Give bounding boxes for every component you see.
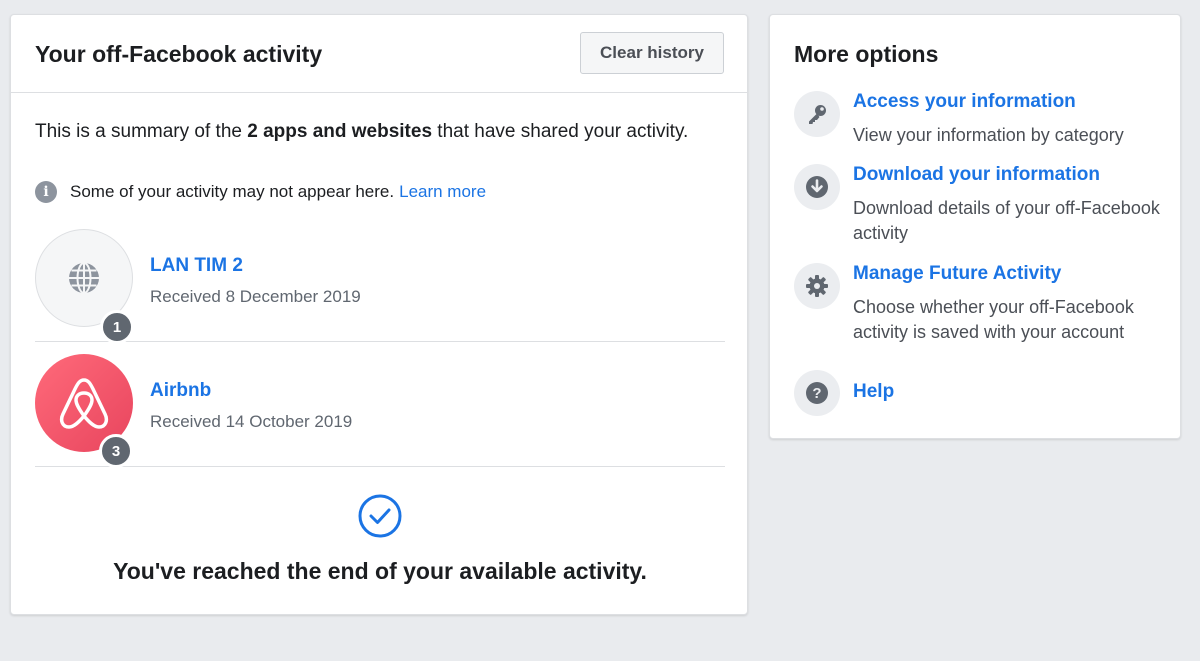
activity-row[interactable]: 3 Airbnb Received 14 October 2019	[35, 342, 725, 468]
app-avatar[interactable]: 1	[35, 229, 134, 344]
download-information-link[interactable]: Download your information	[853, 164, 1100, 186]
activity-count-badge: 3	[99, 434, 133, 468]
activity-notice: i Some of your activity may not appear h…	[35, 181, 486, 203]
app-name-link[interactable]: Airbnb	[150, 380, 211, 402]
card-header: Your off-Facebook activity Clear history	[11, 15, 747, 93]
access-information-link[interactable]: Access your information	[853, 91, 1076, 113]
off-facebook-activity-card: Your off-Facebook activity Clear history…	[10, 14, 748, 615]
airbnb-logo	[59, 378, 109, 429]
summary-count: 2 apps and websites	[247, 121, 433, 142]
app-avatar[interactable]: 3	[35, 354, 133, 468]
clear-history-button[interactable]: Clear history	[580, 32, 724, 74]
activity-count-badge: 1	[100, 310, 134, 344]
help-link[interactable]: Help	[853, 381, 894, 403]
more-options-card: More options Access your information Vie…	[769, 14, 1181, 439]
checkmark-circle-icon	[358, 494, 402, 538]
app-name-link[interactable]: LAN TIM 2	[150, 255, 243, 277]
gear-icon	[794, 263, 840, 309]
activity-row[interactable]: 1 LAN TIM 2 Received 8 December 2019	[35, 217, 725, 344]
more-options-title: More options	[794, 41, 939, 67]
option-description: Download details of your off-Facebook ac…	[853, 198, 1160, 243]
svg-text:?: ?	[812, 385, 821, 402]
summary-suffix: that have shared your activity.	[432, 121, 689, 142]
learn-more-link[interactable]: Learn more	[399, 182, 486, 202]
download-icon	[794, 164, 840, 210]
end-of-activity-message: You've reached the end of your available…	[113, 558, 647, 584]
summary-text: This is a summary of the 2 apps and webs…	[35, 118, 715, 145]
info-icon: i	[35, 181, 57, 203]
option-description: Choose whether your off-Facebook activit…	[853, 297, 1134, 342]
globe-icon	[69, 262, 99, 294]
page-title: Your off-Facebook activity	[35, 41, 323, 67]
manage-future-activity-link[interactable]: Manage Future Activity	[853, 263, 1061, 285]
option-description: View your information by category	[853, 125, 1124, 145]
received-date: Received 8 December 2019	[150, 287, 361, 306]
help-icon: ?	[794, 370, 840, 416]
received-date: Received 14 October 2019	[150, 412, 353, 431]
notice-text: Some of your activity may not appear her…	[70, 182, 395, 201]
key-icon	[794, 91, 840, 137]
summary-prefix: This is a summary of the	[35, 121, 248, 142]
